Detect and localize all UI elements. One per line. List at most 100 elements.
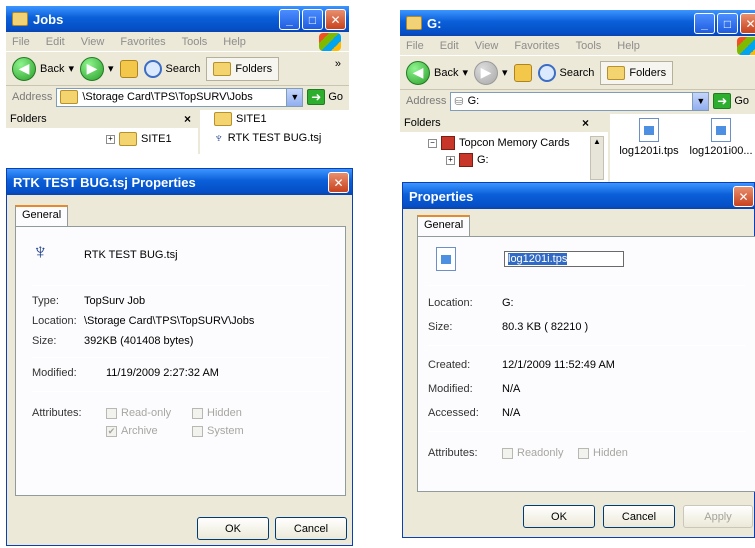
folders-pane-title: Folders [404, 117, 441, 129]
checkbox-icon [192, 407, 203, 419]
divider [428, 345, 745, 346]
expand-icon[interactable]: + [106, 134, 115, 144]
close-button[interactable]: ✕ [733, 186, 754, 207]
menu-help[interactable]: Help [617, 40, 640, 52]
size-value: 392KB (401408 bytes) [84, 335, 194, 347]
checkbox-archive[interactable]: ✔ Archive [106, 425, 158, 437]
close-button[interactable]: ✕ [328, 172, 349, 193]
close-pane-icon[interactable]: × [184, 112, 191, 126]
tree-item-site1[interactable]: + SITE1 [106, 132, 172, 146]
menu-favorites[interactable]: Favorites [120, 36, 165, 48]
tree-item-topcon[interactable]: − Topcon Memory Cards [428, 136, 570, 150]
checkbox-hidden[interactable]: Hidden [578, 447, 628, 459]
cancel-button[interactable]: Cancel [275, 517, 347, 540]
dialog-titlebar[interactable]: Properties ✕ [403, 183, 754, 209]
back-button[interactable]: ◀ Back ▾ [12, 56, 74, 81]
dialog-title: Properties [409, 188, 474, 204]
checkbox-system[interactable]: System [192, 425, 244, 437]
maximize-button[interactable]: □ [717, 13, 738, 34]
menu-favorites[interactable]: Favorites [514, 40, 559, 52]
menu-edit[interactable]: Edit [440, 40, 459, 52]
file-name: RTK TEST BUG.tsj [84, 249, 178, 261]
checkbox-label: Hidden [593, 447, 628, 459]
menu-tools[interactable]: Tools [576, 40, 602, 52]
list-item-file[interactable]: ♆ RTK TEST BUG.tsj [214, 130, 321, 145]
folders-pane-title: Folders [10, 113, 47, 125]
checkbox-icon [192, 425, 203, 437]
folders-button[interactable]: Folders [206, 56, 280, 81]
go-arrow-icon: ➜ [307, 89, 326, 105]
list-item-folder[interactable]: SITE1 [214, 112, 267, 126]
chevron-down-icon[interactable]: ▾ [462, 66, 468, 79]
up-folder-icon[interactable] [513, 63, 532, 82]
apply-button[interactable]: Apply [683, 505, 753, 528]
forward-button[interactable]: ▶ ▾ [474, 60, 508, 85]
location-label: Location: [428, 297, 473, 309]
ok-button[interactable]: OK [197, 517, 269, 540]
list-item-file[interactable]: log1201i00... [686, 118, 755, 157]
chevron-down-icon[interactable]: ▼ [286, 88, 303, 106]
tab-general[interactable]: General [15, 205, 69, 227]
dialog-titlebar[interactable]: RTK TEST BUG.tsj Properties ✕ [7, 169, 352, 195]
location-label: Location: [32, 315, 77, 327]
close-button[interactable]: ✕ [325, 9, 346, 30]
menu-tools[interactable]: Tools [182, 36, 208, 48]
type-row: Type: TopSurv Job [32, 295, 145, 307]
topsurv-job-icon: ♆ [32, 239, 49, 264]
up-folder-icon[interactable] [119, 59, 138, 78]
chevron-down-icon[interactable]: ▾ [502, 66, 508, 79]
menu-file[interactable]: File [12, 36, 30, 48]
drive-icon [459, 153, 473, 167]
go-button[interactable]: ➜ Go [307, 89, 349, 105]
toolbar-overflow-chevron[interactable]: » [335, 58, 341, 70]
menu-help[interactable]: Help [223, 36, 246, 48]
ok-button[interactable]: OK [523, 505, 595, 528]
chevron-down-icon[interactable]: ▾ [68, 62, 74, 75]
left-window-title: Jobs [33, 11, 64, 27]
checkbox-readonly[interactable]: Readonly [502, 447, 563, 459]
go-arrow-icon: ➜ [713, 93, 732, 109]
minimize-button[interactable]: _ [279, 9, 300, 30]
checkbox-hidden[interactable]: Hidden [192, 407, 242, 419]
search-button[interactable]: Search [537, 63, 594, 82]
search-icon [537, 63, 556, 82]
menu-view[interactable]: View [81, 36, 105, 48]
list-item-file[interactable]: log1201i.tps [618, 118, 680, 157]
checkbox-label: System [207, 425, 244, 437]
tab-general[interactable]: General [417, 215, 471, 237]
go-button[interactable]: ➜ Go [713, 93, 755, 109]
search-button[interactable]: Search [143, 59, 200, 78]
address-field[interactable]: \Storage Card\TPS\TopSURV\Jobs ▼ [56, 87, 304, 107]
list-item-label: log1201i00... [689, 145, 753, 157]
attributes-label: Attributes: [32, 407, 82, 419]
right-window-titlebar[interactable]: G: _ □ ✕ [400, 10, 755, 36]
forward-arrow-icon: ▶ [80, 56, 104, 81]
right-window-title: G: [427, 15, 442, 31]
menu-edit[interactable]: Edit [46, 36, 65, 48]
chevron-down-icon[interactable]: ▼ [692, 92, 709, 110]
menu-file[interactable]: File [406, 40, 424, 52]
forward-button[interactable]: ▶ ▾ [80, 56, 114, 81]
dialog-title: RTK TEST BUG.tsj Properties [13, 174, 196, 190]
tree-scrollbar[interactable]: ▲ [590, 136, 604, 180]
folder-icon [119, 132, 137, 146]
checkbox-label: Read-only [121, 407, 172, 419]
maximize-button[interactable]: □ [302, 9, 323, 30]
folders-button[interactable]: Folders [600, 60, 674, 85]
close-pane-icon[interactable]: × [582, 116, 589, 130]
filename-field[interactable]: log1201i.tps [504, 251, 624, 267]
tree-item-g[interactable]: + G: [446, 153, 489, 167]
divider [32, 391, 329, 392]
collapse-icon[interactable]: − [428, 138, 437, 148]
expand-icon[interactable]: + [446, 155, 455, 165]
chevron-down-icon[interactable]: ▾ [108, 62, 114, 75]
minimize-button[interactable]: _ [694, 13, 715, 34]
checkbox-readonly[interactable]: Read-only [106, 407, 171, 419]
back-button[interactable]: ◀ Back ▾ [406, 60, 468, 85]
address-field[interactable]: ⛁ G: ▼ [450, 91, 710, 111]
menu-view[interactable]: View [475, 40, 499, 52]
cancel-button[interactable]: Cancel [603, 505, 675, 528]
close-button[interactable]: ✕ [740, 13, 755, 34]
left-window-titlebar[interactable]: Jobs _ □ ✕ [6, 6, 349, 32]
modified-label: Modified: [32, 367, 77, 379]
